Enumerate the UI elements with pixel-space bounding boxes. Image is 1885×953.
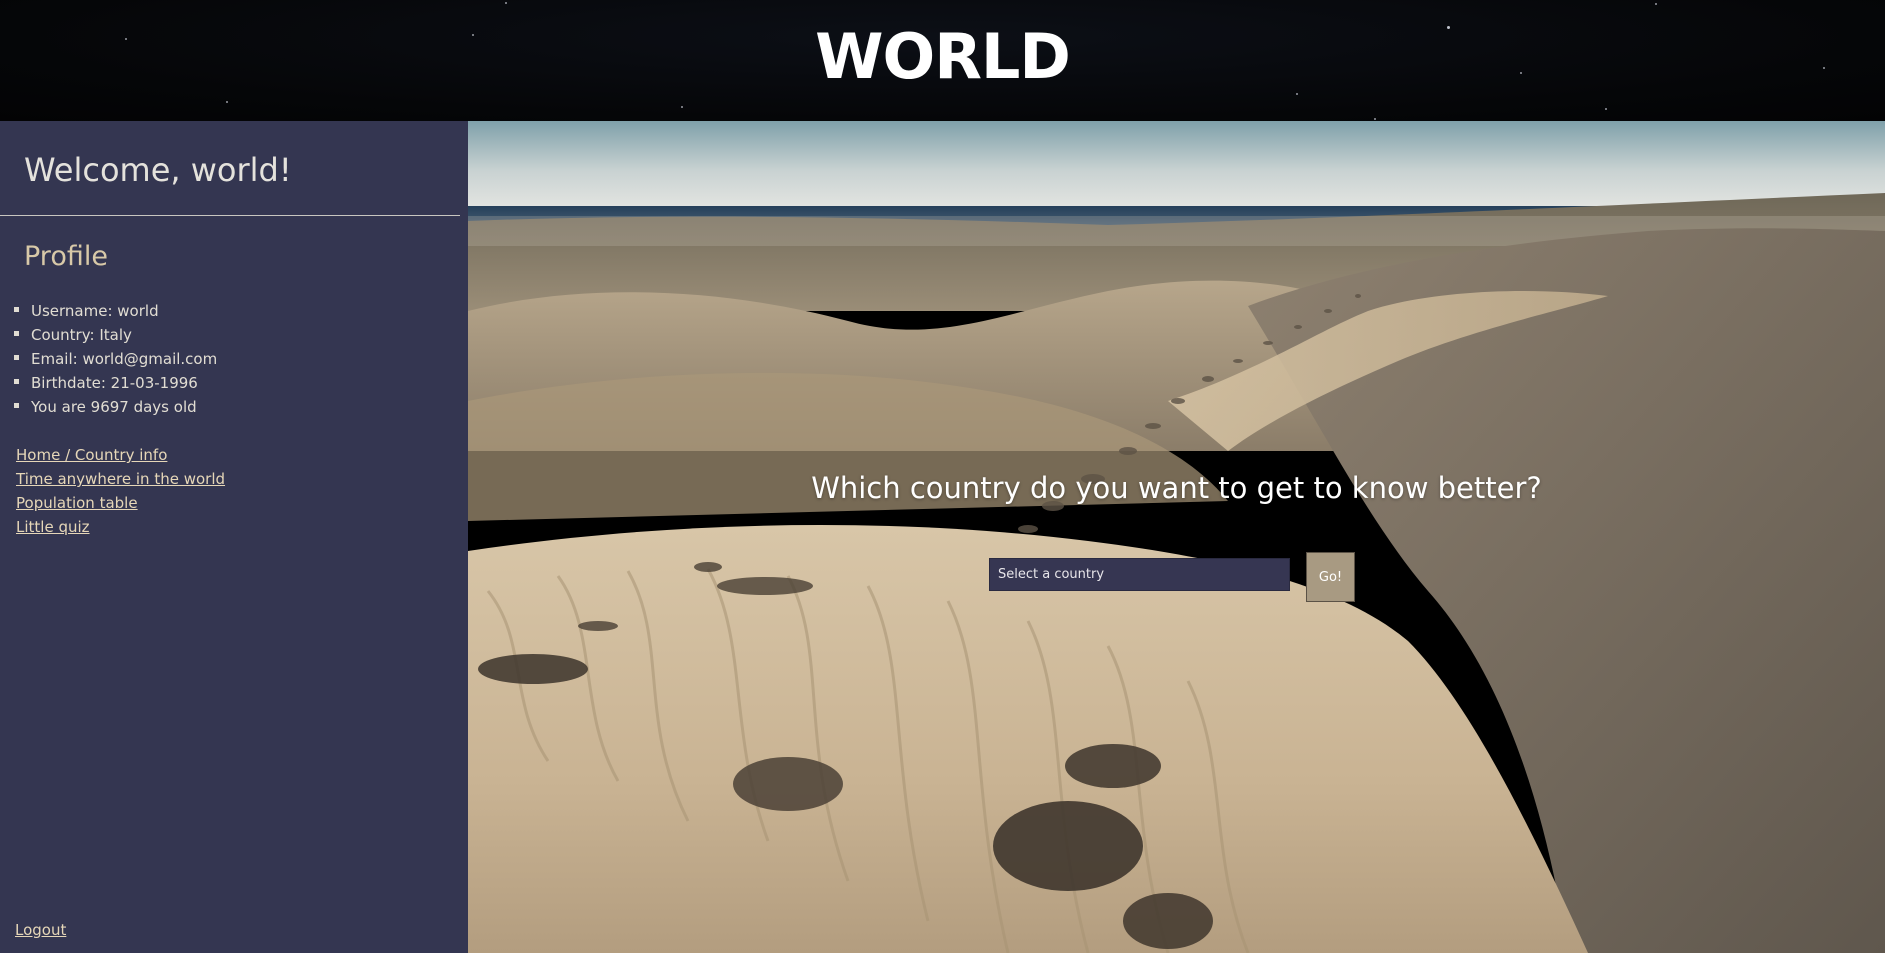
star-decoration — [1605, 108, 1607, 110]
sidebar: Welcome, world! Profile Username: world … — [0, 121, 468, 953]
country-select[interactable]: Select a country — [989, 558, 1290, 591]
go-button[interactable]: Go! — [1306, 552, 1355, 602]
nav-link-little-quiz[interactable]: Little quiz — [16, 515, 225, 539]
welcome-heading: Welcome, world! — [24, 151, 292, 189]
page-header: WORLD — [0, 0, 1885, 121]
star-decoration — [1655, 3, 1657, 5]
profile-email: Email: world@gmail.com — [14, 347, 217, 371]
desert-background-image — [468, 121, 1885, 953]
profile-country: Country: Italy — [14, 323, 217, 347]
profile-heading: Profile — [24, 241, 108, 272]
profile-username: Username: world — [14, 299, 217, 323]
nav-link-home-country-info[interactable]: Home / Country info — [16, 443, 225, 467]
profile-birthdate: Birthdate: 21-03-1996 — [14, 371, 217, 395]
star-decoration — [226, 101, 228, 103]
main-content: Which country do you want to get to know… — [468, 121, 1885, 953]
profile-age: You are 9697 days old — [14, 395, 217, 419]
star-decoration — [505, 2, 507, 4]
nav-link-population-table[interactable]: Population table — [16, 491, 225, 515]
sidebar-nav: Home / Country info Time anywhere in the… — [16, 443, 225, 539]
profile-list: Username: world Country: Italy Email: wo… — [14, 299, 217, 419]
site-title: WORLD — [815, 20, 1071, 93]
country-question-heading: Which country do you want to get to know… — [811, 471, 1542, 505]
star-decoration — [681, 106, 683, 108]
nav-link-time-anywhere[interactable]: Time anywhere in the world — [16, 467, 225, 491]
logout-link[interactable]: Logout — [15, 921, 66, 939]
star-decoration — [1374, 118, 1376, 120]
sidebar-divider — [0, 215, 460, 216]
